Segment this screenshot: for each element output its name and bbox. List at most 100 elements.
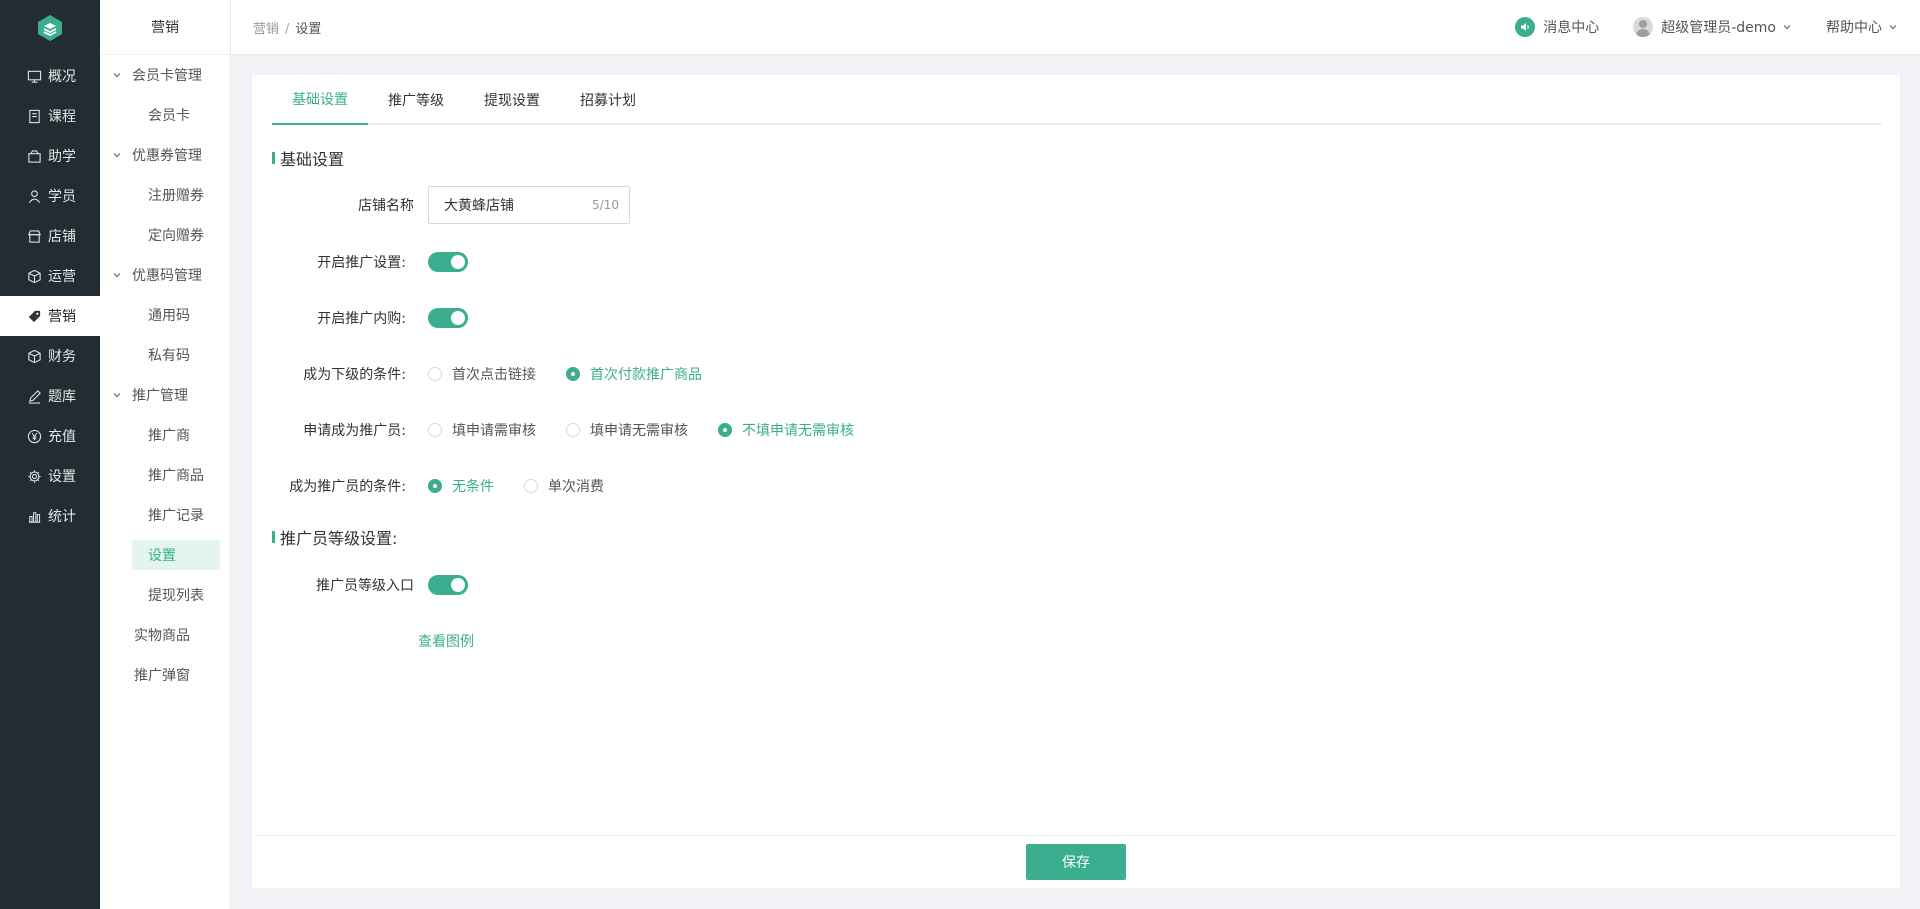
radio-button[interactable] — [524, 479, 538, 493]
avatar — [1633, 17, 1654, 37]
promo-setting-row: 开启推广设置: — [252, 242, 468, 282]
radio-label: 无条件 — [452, 479, 494, 495]
tab-3[interactable]: 招募计划 — [560, 75, 656, 125]
save-button[interactable]: 保存 — [1026, 844, 1126, 880]
radio-button[interactable] — [428, 367, 442, 381]
chevron-down-icon — [1888, 22, 1898, 32]
message-center[interactable]: 消息中心 — [1515, 17, 1599, 37]
user-name: 超级管理员-demo — [1661, 20, 1776, 36]
nav-item-label: 统计 — [48, 509, 76, 525]
chevron-down-icon — [112, 270, 122, 280]
yen-icon — [26, 428, 42, 444]
nav-item-label: 充值 — [48, 429, 76, 445]
nav-item-4[interactable]: 店铺 — [0, 216, 100, 256]
nav-subitem[interactable]: 提现列表 — [100, 575, 230, 615]
apply-promoter-radio-group: 填申请需审核 填申请无需审核 不填申请无需审核 — [428, 420, 884, 440]
breadcrumb-item[interactable]: 营销 — [253, 22, 279, 37]
radio-button[interactable] — [428, 479, 442, 493]
nav-item-label: 助学 — [48, 149, 76, 165]
settings-tabs: 基础设置 推广等级 提现设置 招募计划 — [272, 75, 1881, 125]
nav-item-5[interactable]: 运营 — [0, 256, 100, 296]
radio-label: 首次点击链接 — [452, 367, 536, 383]
nav-group-label: 会员卡管理 — [132, 68, 202, 84]
nav-item-0[interactable]: 概况 — [0, 56, 100, 96]
nav-subitem[interactable]: 会员卡 — [100, 95, 230, 135]
speaker-icon — [1515, 17, 1536, 37]
view-example-link[interactable]: 查看图例 — [418, 631, 474, 651]
nav-item-1[interactable]: 课程 — [0, 96, 100, 136]
nav-item-6[interactable]: 营销 — [0, 296, 100, 336]
nav-subitem[interactable]: 推广商品 — [100, 455, 230, 495]
primary-nav: 概况课程助学学员店铺运营 营销 财务 题库充值设置统计 — [0, 56, 100, 536]
tab-0[interactable]: 基础设置 — [272, 75, 368, 125]
nav-item-8[interactable]: 题库 — [0, 376, 100, 416]
nav-item-label: 课程 — [48, 109, 76, 125]
apply-promoter-row: 申请成为推广员: 填申请需审核 填申请无需审核 不填申请无需审核 — [252, 410, 884, 450]
nav-subitem[interactable]: 私有码 — [100, 335, 230, 375]
nav-group[interactable]: 优惠券管理 — [100, 135, 230, 175]
nav-subitem[interactable]: 注册赠券 — [100, 175, 230, 215]
nav-group-label: 优惠券管理 — [132, 148, 202, 164]
breadcrumb-current: 设置 — [295, 21, 322, 37]
radio-option[interactable]: 单次消费 — [524, 476, 604, 496]
tab-1[interactable]: 推广等级 — [368, 75, 464, 125]
radio-button[interactable] — [718, 423, 732, 437]
shop-name-input[interactable] — [444, 197, 574, 213]
nav-item-3[interactable]: 学员 — [0, 176, 100, 216]
cube-icon — [26, 268, 42, 284]
shop-name-row: 店铺名称 5/10 — [252, 185, 630, 225]
promoter-condition-label: 成为推广员的条件: — [289, 479, 406, 495]
nav-subitem[interactable]: 定向赠券 — [100, 215, 230, 255]
level-entry-toggle[interactable] — [428, 575, 468, 595]
radio-option[interactable]: 无条件 — [428, 476, 494, 496]
radio-option[interactable]: 首次点击链接 — [428, 364, 536, 384]
nav-group-label: 推广管理 — [132, 388, 188, 404]
shop-name-field[interactable]: 5/10 — [428, 186, 630, 224]
nav-item-2[interactable]: 助学 — [0, 136, 100, 176]
cube-icon — [26, 348, 42, 364]
chevron-down-icon — [112, 150, 122, 160]
radio-option[interactable]: 首次付款推广商品 — [566, 364, 702, 384]
nav-subitem[interactable]: 推广记录 — [100, 495, 230, 535]
help-center[interactable]: 帮助中心 — [1826, 17, 1898, 37]
nav-item-9[interactable]: 充值 — [0, 416, 100, 456]
monitor-icon — [26, 68, 42, 84]
nav-item[interactable]: 实物商品 — [100, 615, 230, 655]
user-menu[interactable]: 超级管理员-demo — [1633, 17, 1792, 37]
subordinate-condition-radio-group: 首次点击链接 首次付款推广商品 — [428, 364, 732, 384]
breadcrumb-separator: / — [285, 21, 290, 37]
nav-subitem[interactable]: 设置 — [132, 540, 220, 570]
level-entry-label: 推广员等级入口 — [316, 578, 414, 594]
nav-item-7[interactable]: 财务 — [0, 336, 100, 376]
nav-item-11[interactable]: 统计 — [0, 496, 100, 536]
nav-item-10[interactable]: 设置 — [0, 456, 100, 496]
promo-setting-toggle[interactable] — [428, 252, 468, 272]
chevron-down-icon — [112, 390, 122, 400]
nav-item[interactable]: 推广弹窗 — [100, 655, 230, 695]
secondary-nav: 会员卡管理 会员卡 优惠券管理 注册赠券 定向赠券 优惠码管理 通用码 私有码 推广管理 推广商推… — [100, 55, 230, 695]
section-title-level: 推广员等级设置: — [272, 525, 397, 549]
radio-button[interactable] — [428, 423, 442, 437]
tab-2[interactable]: 提现设置 — [464, 75, 560, 125]
radio-option[interactable]: 填申请需审核 — [428, 420, 536, 440]
nav-item-label: 店铺 — [48, 229, 76, 245]
footer-bar: 保存 — [252, 836, 1900, 888]
radio-option[interactable]: 填申请无需审核 — [566, 420, 688, 440]
nav-subitem[interactable]: 推广商 — [100, 415, 230, 455]
radio-button[interactable] — [566, 367, 580, 381]
logo[interactable] — [0, 0, 100, 56]
logo-icon — [38, 15, 62, 41]
nav-group[interactable]: 会员卡管理 — [100, 55, 230, 95]
promo-inner-buy-row: 开启推广内购: — [252, 298, 468, 338]
radio-label: 填申请无需审核 — [590, 423, 688, 439]
nav-group[interactable]: 优惠码管理 — [100, 255, 230, 295]
shop-icon — [26, 228, 42, 244]
shop-name-label: 店铺名称 — [358, 198, 414, 214]
promo-inner-buy-toggle[interactable] — [428, 308, 468, 328]
nav-subitem[interactable]: 通用码 — [100, 295, 230, 335]
radio-button[interactable] — [566, 423, 580, 437]
radio-label: 不填申请无需审核 — [742, 423, 854, 439]
radio-option[interactable]: 不填申请无需审核 — [718, 420, 854, 440]
subordinate-condition-row: 成为下级的条件: 首次点击链接 首次付款推广商品 — [252, 354, 732, 394]
nav-group[interactable]: 推广管理 — [100, 375, 230, 415]
